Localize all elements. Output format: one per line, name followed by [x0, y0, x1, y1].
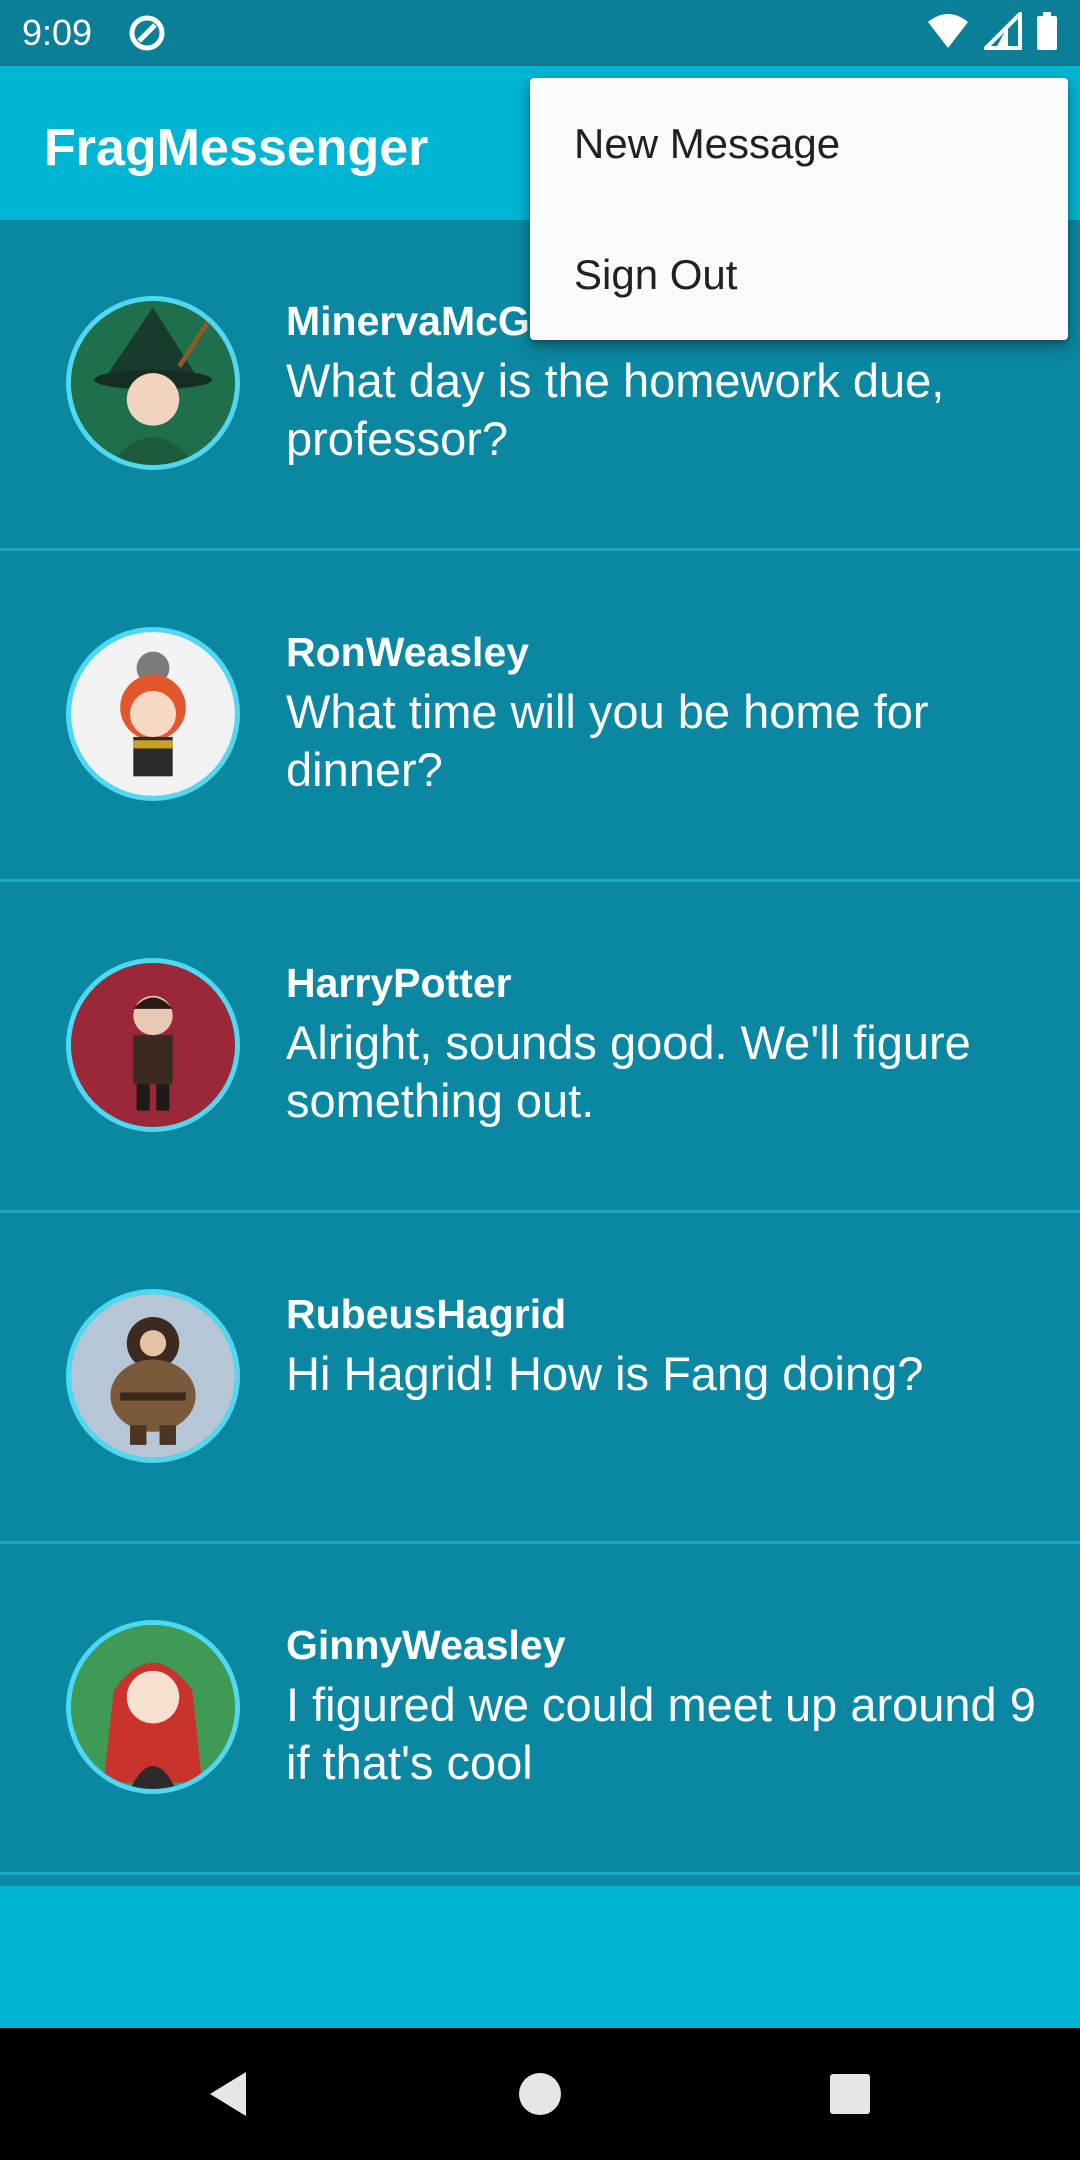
- avatar-image: [71, 1294, 235, 1458]
- app-title: FragMessenger: [44, 119, 429, 177]
- avatar-image: [71, 301, 235, 465]
- message-preview: I figured we could meet up around 9 if t…: [286, 1678, 1036, 1789]
- status-icons: [926, 8, 1058, 55]
- back-icon[interactable]: [202, 2066, 258, 2122]
- avatar: [66, 627, 240, 801]
- avatar: [66, 1289, 240, 1463]
- conversation-row[interactable]: GinnyWeasley I figured we could meet up …: [0, 1544, 1080, 1875]
- conversation-row[interactable]: RubeusHagrid Hi Hagrid! How is Fang doin…: [0, 1213, 1080, 1544]
- message-preview: What time will you be home for dinner?: [286, 685, 929, 796]
- recents-icon[interactable]: [822, 2066, 878, 2122]
- app-notification-icon: [128, 14, 166, 52]
- conversation-row[interactable]: HarryPotter Alright, sounds good. We'll …: [0, 882, 1080, 1213]
- wifi-icon: [926, 12, 970, 55]
- contact-name: RonWeasley: [286, 629, 530, 675]
- message-preview: What day is the homework due, professor?: [286, 354, 945, 465]
- avatar: [66, 1620, 240, 1794]
- avatar: [66, 296, 240, 470]
- contact-name: RubeusHagrid: [286, 1291, 567, 1337]
- conversation-row[interactable]: RonWeasley What time will you be home fo…: [0, 551, 1080, 882]
- avatar-image: [71, 632, 235, 796]
- status-bar: 9:09: [0, 0, 1080, 66]
- message-preview: Alright, sounds good. We'll figure somet…: [286, 1016, 971, 1127]
- navigation-bar: [0, 2028, 1080, 2160]
- home-icon[interactable]: [512, 2066, 568, 2122]
- menu-item-new-message[interactable]: New Message: [530, 78, 1068, 209]
- battery-icon: [1036, 11, 1058, 55]
- bottom-area: [0, 1886, 1080, 2028]
- contact-name: HarryPotter: [286, 960, 512, 1006]
- avatar: [66, 958, 240, 1132]
- overflow-menu: New Message Sign Out: [530, 78, 1068, 340]
- status-time: 9:09: [22, 12, 93, 53]
- message-preview: Hi Hagrid! How is Fang doing?: [286, 1347, 924, 1400]
- conversation-list: MinervaMcG What day is the homework due,…: [0, 220, 1080, 1875]
- signal-icon: [981, 8, 1022, 55]
- contact-name: GinnyWeasley: [286, 1622, 566, 1668]
- menu-item-sign-out[interactable]: Sign Out: [530, 209, 1068, 340]
- avatar-image: [71, 963, 235, 1127]
- avatar-image: [71, 1625, 235, 1789]
